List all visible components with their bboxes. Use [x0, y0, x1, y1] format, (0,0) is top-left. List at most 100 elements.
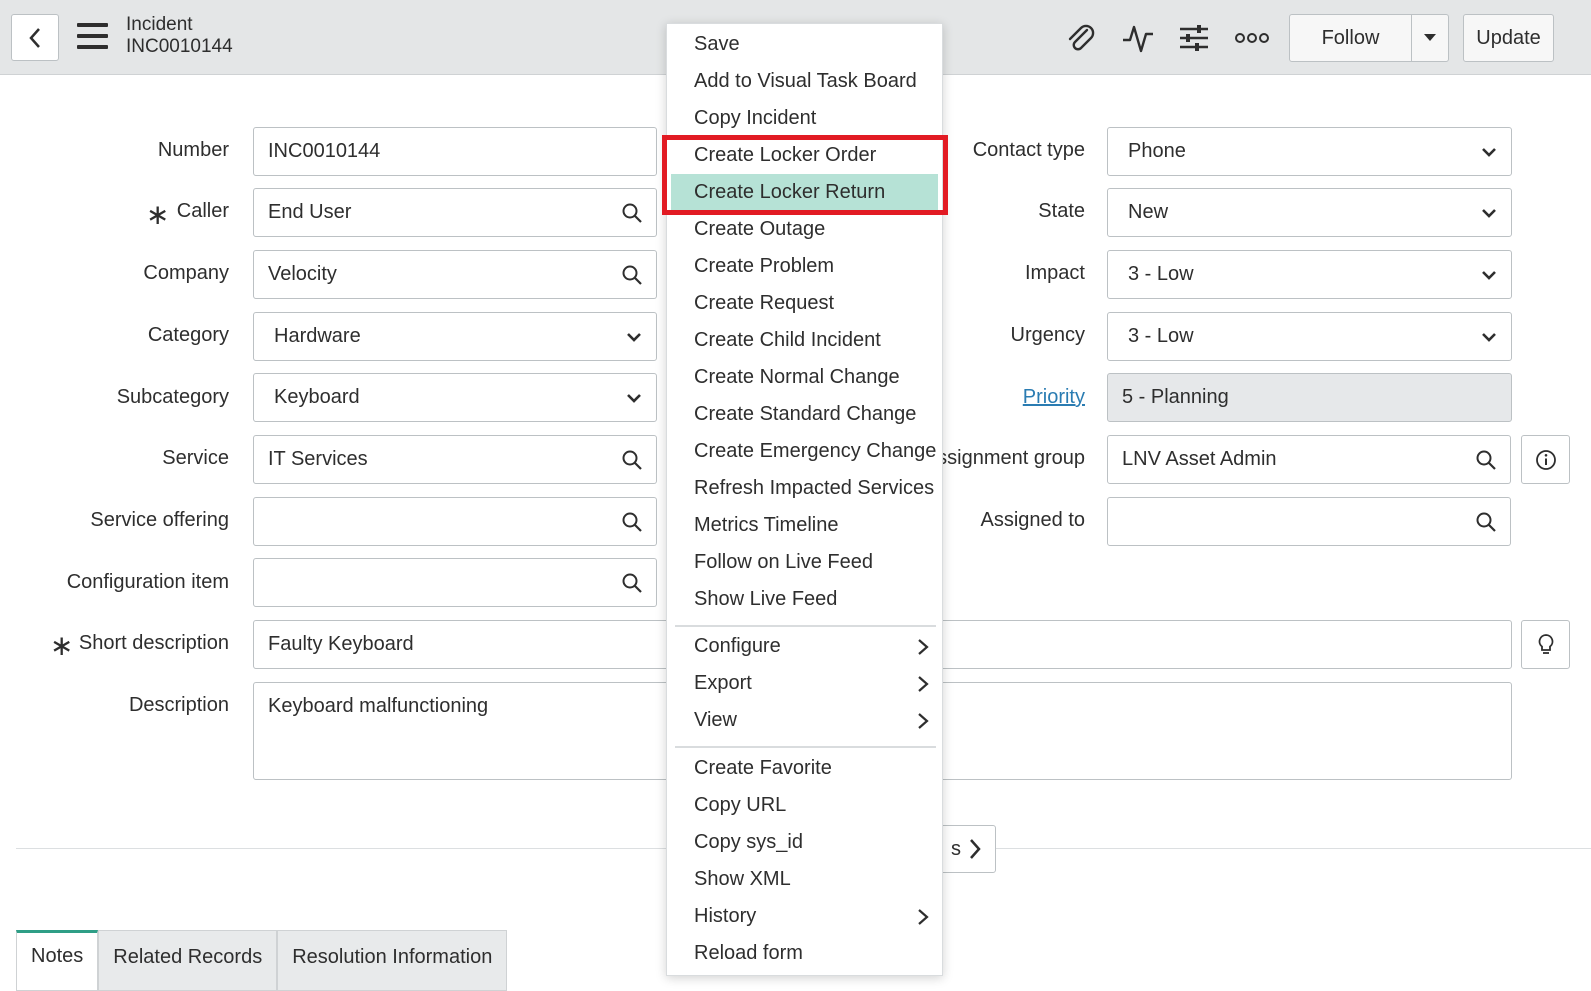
required-indicator: ∗	[146, 199, 170, 230]
impact-value: 3 - Low	[1128, 263, 1194, 285]
menu-item-add-to-visual-task-board[interactable]: Add to Visual Task Board	[667, 63, 942, 100]
menu-item-metrics-timeline[interactable]: Metrics Timeline	[667, 507, 942, 544]
follow-dropdown-button[interactable]	[1411, 14, 1449, 62]
search-icon	[622, 265, 642, 285]
service-offering-field[interactable]	[253, 497, 608, 546]
assigned-to-lookup-button[interactable]	[1461, 497, 1511, 546]
contact-type-value: Phone	[1128, 140, 1186, 162]
menu-item-create-standard-change[interactable]: Create Standard Change	[667, 396, 942, 433]
search-icon	[622, 573, 642, 593]
chevron-left-icon	[29, 27, 40, 48]
tab-resolution-information[interactable]: Resolution Information	[277, 930, 508, 991]
back-button[interactable]	[11, 14, 59, 61]
menu-item-create-child-incident[interactable]: Create Child Incident	[667, 322, 942, 359]
chevron-right-icon	[918, 713, 929, 729]
search-icon	[622, 450, 642, 470]
tab-related-records[interactable]: Related Records	[98, 930, 278, 991]
menu-item-view[interactable]: View	[667, 702, 942, 739]
assignment-group-info-button[interactable]	[1521, 435, 1570, 484]
menu-item-copy-url[interactable]: Copy URL	[667, 787, 942, 824]
chevron-down-icon	[627, 394, 641, 403]
tab-notes[interactable]: Notes	[16, 930, 99, 991]
state-label: State	[1038, 200, 1085, 222]
menu-item-show-live-feed[interactable]: Show Live Feed	[667, 581, 942, 618]
impact-select[interactable]: 3 - Low	[1107, 250, 1512, 299]
menu-item-copy-incident[interactable]: Copy Incident	[667, 100, 942, 137]
menu-item-export[interactable]: Export	[667, 665, 942, 702]
chevron-right-icon	[918, 909, 929, 925]
configuration-item-lookup-button[interactable]	[607, 558, 657, 607]
more-options-icon[interactable]	[1234, 20, 1270, 56]
assigned-to-label: Assigned to	[980, 509, 1085, 531]
impact-label: Impact	[1024, 262, 1085, 284]
menu-item-create-favorite[interactable]: Create Favorite	[667, 750, 942, 787]
urgency-select[interactable]: 3 - Low	[1107, 312, 1512, 361]
chevron-down-icon	[1482, 333, 1496, 342]
menu-item-follow-on-live-feed[interactable]: Follow on Live Feed	[667, 544, 942, 581]
assigned-to-field[interactable]	[1107, 497, 1462, 546]
chevron-down-icon	[1482, 148, 1496, 157]
caller-field[interactable]: End User	[253, 188, 608, 237]
chevron-down-icon	[627, 333, 641, 342]
caller-lookup-button[interactable]	[607, 188, 657, 237]
urgency-label: Urgency	[1010, 324, 1085, 346]
follow-button[interactable]: Follow	[1289, 14, 1412, 62]
subcategory-label: Subcategory	[116, 386, 229, 408]
chevron-right-icon	[918, 639, 929, 655]
menu-item-copy-sys-id[interactable]: Copy sys_id	[667, 824, 942, 861]
company-field[interactable]: Velocity	[253, 250, 608, 299]
assignment-group-lookup-button[interactable]	[1461, 435, 1511, 484]
subcategory-value: Keyboard	[274, 386, 360, 408]
description-label: Description	[128, 694, 229, 716]
category-select[interactable]: Hardware	[253, 312, 657, 361]
number-field[interactable]: INC0010144	[253, 127, 657, 176]
menu-item-create-outage[interactable]: Create Outage	[667, 211, 942, 248]
configuration-item-field[interactable]	[253, 558, 608, 607]
lightbulb-icon	[1538, 633, 1553, 654]
contact-type-select[interactable]: Phone	[1107, 127, 1512, 176]
service-label: Service	[162, 447, 229, 469]
menu-item-create-problem[interactable]: Create Problem	[667, 248, 942, 285]
form-tabs: Notes Related Records Resolution Informa…	[16, 930, 508, 991]
chevron-down-icon	[1482, 209, 1496, 218]
company-lookup-button[interactable]	[607, 250, 657, 299]
update-button[interactable]: Update	[1463, 14, 1554, 62]
chevron-right-icon	[918, 676, 929, 692]
partially-hidden-nav-button[interactable]: s	[940, 825, 996, 873]
paperclip-icon[interactable]	[1062, 20, 1098, 56]
assignment-group-label: ssignment group	[937, 447, 1085, 469]
partial-button-text: s	[951, 837, 961, 860]
assignment-group-field[interactable]: LNV Asset Admin	[1107, 435, 1462, 484]
service-lookup-button[interactable]	[607, 435, 657, 484]
service-field[interactable]: IT Services	[253, 435, 608, 484]
hamburger-icon[interactable]	[77, 23, 108, 49]
chevron-right-icon	[970, 839, 981, 859]
menu-item-reload-form[interactable]: Reload form	[667, 935, 942, 972]
menu-item-history[interactable]: History	[667, 898, 942, 935]
search-icon	[1476, 450, 1496, 470]
chevron-down-icon	[1482, 271, 1496, 280]
subcategory-select[interactable]: Keyboard	[253, 373, 657, 422]
state-select[interactable]: New	[1107, 188, 1512, 237]
contact-type-label: Contact type	[972, 139, 1085, 161]
menu-item-save[interactable]: Save	[667, 26, 942, 63]
menu-item-refresh-impacted-services[interactable]: Refresh Impacted Services	[667, 470, 942, 507]
annotation-highlight-box	[662, 135, 948, 215]
search-icon	[622, 203, 642, 223]
menu-item-configure[interactable]: Configure	[667, 628, 942, 665]
menu-item-export-label: Export	[694, 672, 752, 694]
service-offering-lookup-button[interactable]	[607, 497, 657, 546]
sliders-icon[interactable]	[1176, 20, 1212, 56]
menu-item-create-emergency-change[interactable]: Create Emergency Change	[667, 433, 942, 470]
number-label: Number	[157, 139, 229, 161]
suggestion-button[interactable]	[1521, 620, 1570, 669]
menu-item-create-normal-change[interactable]: Create Normal Change	[667, 359, 942, 396]
category-value: Hardware	[274, 325, 361, 347]
priority-link[interactable]: Priority	[1023, 385, 1085, 409]
menu-item-create-request[interactable]: Create Request	[667, 285, 942, 322]
activity-pulse-icon[interactable]	[1120, 20, 1156, 56]
caret-down-icon	[1424, 34, 1436, 41]
menu-item-show-xml[interactable]: Show XML	[667, 861, 942, 898]
record-number-subtitle: INC0010144	[126, 36, 233, 57]
category-label: Category	[147, 324, 229, 346]
